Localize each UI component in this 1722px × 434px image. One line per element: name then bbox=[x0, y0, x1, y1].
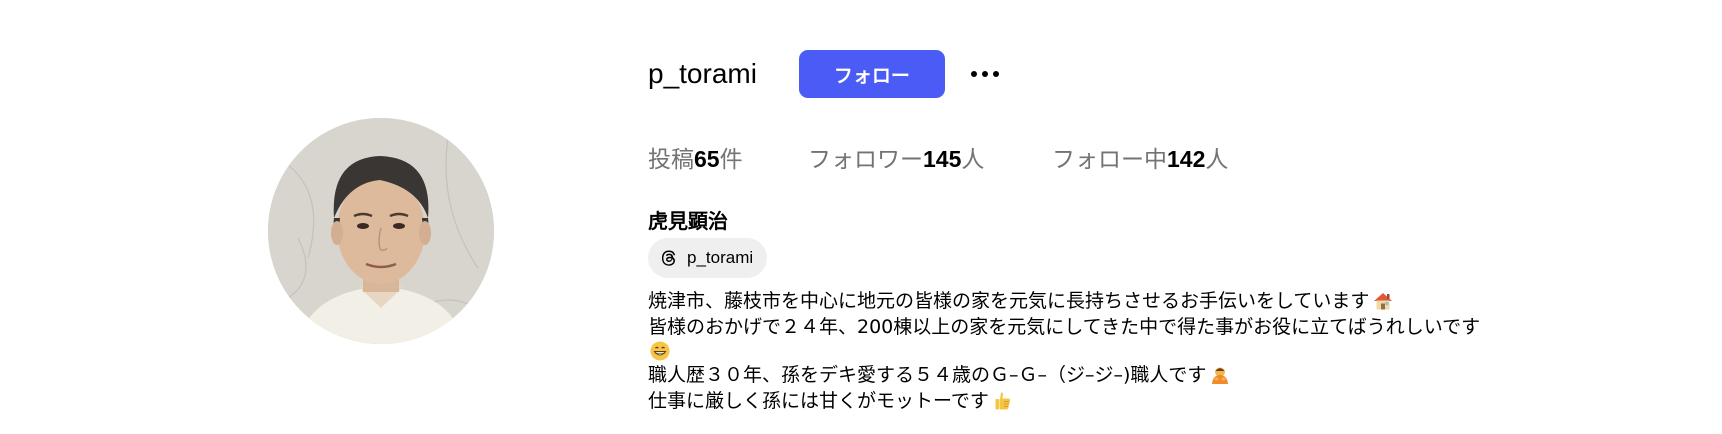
followers-number: 145 bbox=[923, 146, 962, 172]
followers-prefix: フォロワー bbox=[808, 147, 923, 173]
following-suffix: 人 bbox=[1205, 147, 1229, 173]
bio-text: 焼津市、藤枝市を中心に地元の皆様の家を元気に長持ちさせるお手伝いをしています bbox=[648, 290, 1370, 312]
following-prefix: フォロー中 bbox=[1052, 147, 1167, 173]
profile-bio: 焼津市、藤枝市を中心に地元の皆様の家を元気に長持ちさせるお手伝いをしています 皆… bbox=[648, 288, 1648, 414]
posts-suffix: 件 bbox=[719, 147, 743, 173]
profile-section: p_torami フォロー 投稿 65 件 フォロワー 145 人 フォロー中 142 人 … bbox=[648, 0, 1722, 434]
display-name: 虎見顕治 bbox=[648, 209, 728, 233]
username: p_torami bbox=[648, 58, 757, 89]
bio-line: 仕事に厳しく孫には甘くがモットーです bbox=[648, 388, 1648, 414]
more-horizontal-icon bbox=[968, 71, 1001, 77]
threads-handle: p_torami bbox=[687, 248, 754, 267]
followers-suffix: 人 bbox=[961, 147, 985, 173]
bio-line: 職人歴３０年、孫をデキ愛する５４歳のＧ–Ｇ–（ジ–ジ–)職人です bbox=[648, 362, 1648, 388]
threads-icon bbox=[661, 250, 676, 266]
bio-text: 皆様のおかげで２４年、200棟以上の家を元気にしてきた中で得た事がお役に立てばう… bbox=[648, 316, 1481, 338]
thumbs-up-icon bbox=[995, 392, 1010, 410]
bio-line: 皆様のおかげで２４年、200棟以上の家を元気にしてきた中で得た事がお役に立てばう… bbox=[648, 314, 1648, 340]
posts-prefix: 投稿 bbox=[648, 147, 694, 173]
posts-count: 投稿 65 件 bbox=[648, 140, 808, 174]
profile-avatar[interactable] bbox=[268, 118, 494, 344]
person-bowing-icon bbox=[1212, 367, 1229, 384]
bio-text: 職人歴３０年、孫をデキ愛する５４歳のＧ–Ｇ–（ジ–ジ–)職人です bbox=[648, 364, 1207, 386]
following-number: 142 bbox=[1167, 146, 1206, 172]
more-options-button[interactable] bbox=[965, 54, 1005, 94]
profile-header: p_torami フォロー bbox=[648, 50, 1005, 98]
bio-line: 焼津市、藤枝市を中心に地元の皆様の家を元気に長持ちさせるお手伝いをしています bbox=[648, 288, 1648, 314]
following-link[interactable]: フォロー中 142 人 bbox=[1052, 140, 1228, 174]
house-icon bbox=[1374, 293, 1393, 310]
profile-stats: 投稿 65 件 フォロワー 145 人 フォロー中 142 人 bbox=[648, 140, 1228, 174]
posts-number: 65 bbox=[694, 146, 720, 172]
follow-button[interactable]: フォロー bbox=[798, 50, 945, 98]
threads-link[interactable]: p_torami bbox=[648, 238, 768, 278]
bio-line bbox=[648, 340, 1648, 362]
grinning-face-icon bbox=[650, 341, 670, 361]
followers-link[interactable]: フォロワー 145 人 bbox=[808, 140, 1052, 174]
bio-text: 仕事に厳しく孫には甘くがモットーです bbox=[648, 390, 989, 412]
avatar-photo bbox=[268, 118, 494, 344]
